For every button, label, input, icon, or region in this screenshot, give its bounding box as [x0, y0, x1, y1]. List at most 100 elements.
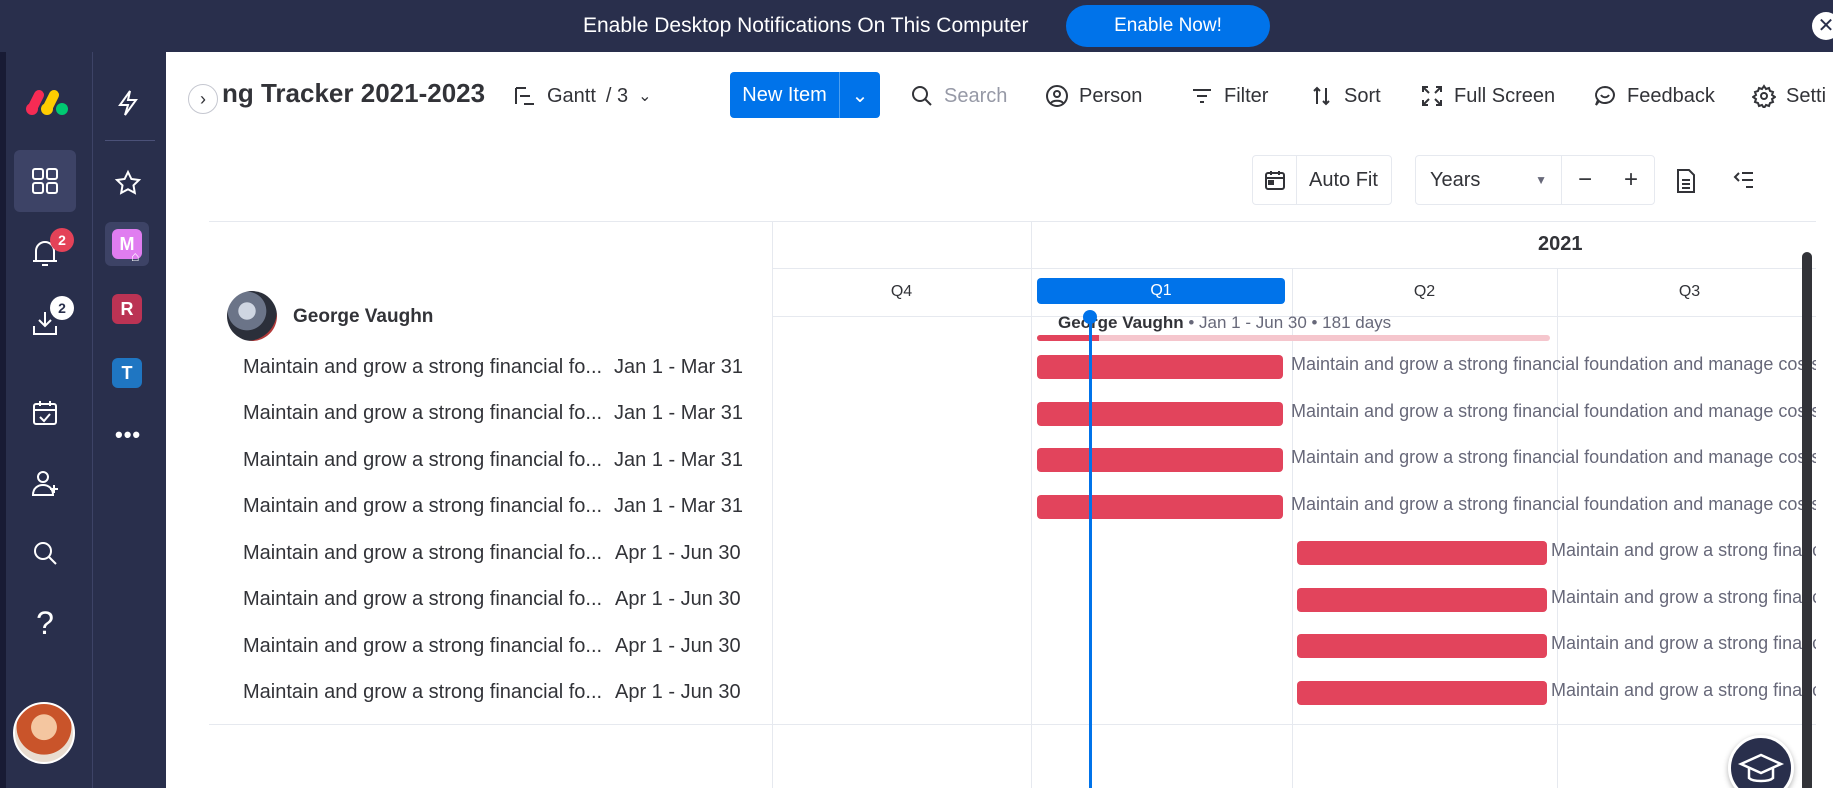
- user-avatar[interactable]: [13, 702, 75, 764]
- task-name: Maintain and grow a strong financial fo.…: [243, 541, 603, 564]
- gantt-bar[interactable]: [1297, 587, 1547, 612]
- close-notification-button[interactable]: ✕: [1812, 12, 1833, 40]
- workspace-tile-r[interactable]: R: [112, 294, 142, 324]
- chevron-down-icon: ⌄: [638, 88, 652, 105]
- settings-label: Setti: [1786, 84, 1827, 107]
- gantt-bar[interactable]: [1297, 680, 1547, 705]
- my-work-icon[interactable]: [14, 382, 76, 444]
- full-screen-label: Full Screen: [1454, 84, 1556, 107]
- full-screen-icon: [1422, 86, 1442, 106]
- filter-label: Filter: [1224, 84, 1269, 107]
- invite-members-icon[interactable]: [14, 452, 76, 514]
- new-item-dropdown-icon[interactable]: ⌄: [840, 83, 880, 108]
- task-row[interactable]: Maintain and grow a strong financial fo.…: [243, 484, 743, 530]
- more-workspaces-icon[interactable]: •••: [115, 422, 141, 448]
- view-selector[interactable]: Gantt / 3 ⌄: [513, 78, 652, 114]
- gantt-bar-label: Maintain and grow a strong financial fou…: [1291, 400, 1816, 421]
- notifications-bell-icon[interactable]: 2: [14, 222, 76, 284]
- board-title[interactable]: ng Tracker 2021-2023: [222, 78, 485, 109]
- sort-icon: [1313, 86, 1330, 106]
- monday-logo-icon[interactable]: [16, 72, 78, 134]
- person-icon: [1046, 85, 1068, 107]
- gantt-bar-label: Maintain and grow a strong financial fou…: [1551, 586, 1816, 607]
- zoom-out-button[interactable]: −: [1562, 166, 1608, 194]
- gantt-bar[interactable]: [1037, 355, 1283, 379]
- task-row[interactable]: Maintain and grow a strong financial fo.…: [243, 437, 743, 483]
- group-summary-detail: • Jan 1 - Jun 30 • 181 days: [1183, 313, 1392, 332]
- gantt-bar-label: Maintain and grow a strong financial fou…: [1551, 540, 1816, 560]
- task-row[interactable]: Maintain and grow a strong financial fo.…: [243, 670, 743, 716]
- today-marker-dot: [1083, 310, 1097, 324]
- auto-fit-button[interactable]: Auto Fit: [1252, 155, 1392, 205]
- inbox-icon[interactable]: 2: [14, 292, 76, 354]
- year-label: 2021: [1538, 233, 1583, 255]
- learn-more-button[interactable]: [1728, 735, 1794, 788]
- gantt-bar[interactable]: [1037, 494, 1283, 519]
- timescale-select[interactable]: Years ▼: [1416, 156, 1562, 204]
- settings-button[interactable]: Setti: [1752, 78, 1826, 114]
- filter-button[interactable]: Filter: [1190, 78, 1268, 114]
- task-name: Maintain and grow a strong financial fo.…: [243, 355, 603, 378]
- search-icon[interactable]: [14, 522, 76, 584]
- vertical-scrollbar[interactable]: [1802, 252, 1812, 788]
- enable-notifications-button[interactable]: Enable Now!: [1066, 5, 1270, 47]
- gantt-bar[interactable]: [1297, 541, 1547, 565]
- quarter-label-q4: Q4: [890, 283, 913, 300]
- favorites-star-icon[interactable]: [97, 152, 159, 214]
- home-icon: ⌂: [131, 248, 140, 264]
- export-icon[interactable]: [1674, 168, 1698, 199]
- person-label: Person: [1079, 84, 1143, 107]
- grid-year-line: [772, 268, 1816, 269]
- group-summary-name: George Vaughn: [1058, 313, 1184, 332]
- group-summary-label: George Vaughn • Jan 1 - Jun 30 • 181 day…: [1058, 313, 1391, 333]
- notification-text: Enable Desktop Notifications On This Com…: [583, 14, 1029, 37]
- group-owner-avatar[interactable]: [227, 291, 277, 341]
- search-button[interactable]: Search: [910, 78, 1007, 114]
- task-row[interactable]: Maintain and grow a strong financial fo.…: [243, 623, 743, 669]
- group-summary-bar[interactable]: [1037, 335, 1550, 341]
- task-dates: Apr 1 - Jun 30: [615, 634, 741, 657]
- workspace-tile-t[interactable]: T: [112, 358, 142, 388]
- quarter-label-q3: Q3: [1678, 283, 1701, 300]
- new-item-button[interactable]: New Item ⌄: [730, 72, 880, 118]
- sort-button[interactable]: Sort: [1310, 78, 1381, 114]
- automations-lightning-icon[interactable]: [97, 72, 159, 134]
- quarter-label-q1: Q1: [1037, 278, 1285, 304]
- gantt-bar-label: Maintain and grow a strong financial fou…: [1291, 447, 1816, 467]
- group-name[interactable]: George Vaughn: [293, 306, 433, 328]
- task-name: Maintain and grow a strong financial fo.…: [243, 588, 603, 610]
- zoom-in-button[interactable]: +: [1608, 166, 1654, 194]
- person-filter-button[interactable]: Person: [1045, 78, 1142, 114]
- filter-icon: [1193, 89, 1211, 103]
- main-nav-rail: 2 2 ?: [0, 52, 92, 788]
- timescale-value: Years: [1430, 168, 1481, 191]
- task-dates: Apr 1 - Jun 30: [615, 681, 741, 703]
- task-dates: Apr 1 - Jun 30: [615, 588, 741, 610]
- gantt-bar-label: Maintain and grow a strong financial fou…: [1291, 354, 1816, 374]
- collapse-list-icon[interactable]: [1732, 168, 1756, 197]
- feedback-icon: [1595, 85, 1615, 106]
- task-dates: Apr 1 - Jun 30: [615, 541, 741, 564]
- gantt-bar[interactable]: [1037, 401, 1283, 426]
- gantt-bar[interactable]: [1037, 448, 1283, 472]
- collapse-panel-button[interactable]: ›: [188, 84, 218, 114]
- task-name: Maintain and grow a strong financial fo.…: [243, 448, 603, 471]
- full-screen-button[interactable]: Full Screen: [1420, 78, 1555, 114]
- task-row[interactable]: Maintain and grow a strong financial fo.…: [243, 577, 743, 623]
- gantt-bar[interactable]: [1297, 634, 1547, 658]
- help-icon[interactable]: ?: [14, 592, 76, 654]
- gantt-bar-label: Maintain and grow a strong financial fou…: [1291, 493, 1816, 514]
- gear-icon: [1752, 84, 1776, 108]
- grid-left-divider: [772, 221, 773, 788]
- grid-top-line: [209, 221, 1816, 222]
- task-row[interactable]: Maintain and grow a strong financial fo.…: [243, 344, 743, 390]
- feedback-button[interactable]: Feedback: [1593, 78, 1715, 114]
- task-row[interactable]: Maintain and grow a strong financial fo.…: [243, 530, 743, 576]
- task-row[interactable]: Maintain and grow a strong financial fo.…: [243, 391, 743, 437]
- quarter-label-q2: Q2: [1413, 283, 1436, 300]
- inbox-badge: 2: [50, 296, 74, 320]
- timescale-control: Years ▼ − +: [1415, 155, 1655, 205]
- workspace-grid-icon[interactable]: [14, 150, 76, 212]
- notifications-badge: 2: [50, 228, 74, 252]
- task-name: Maintain and grow a strong financial fo.…: [243, 402, 603, 424]
